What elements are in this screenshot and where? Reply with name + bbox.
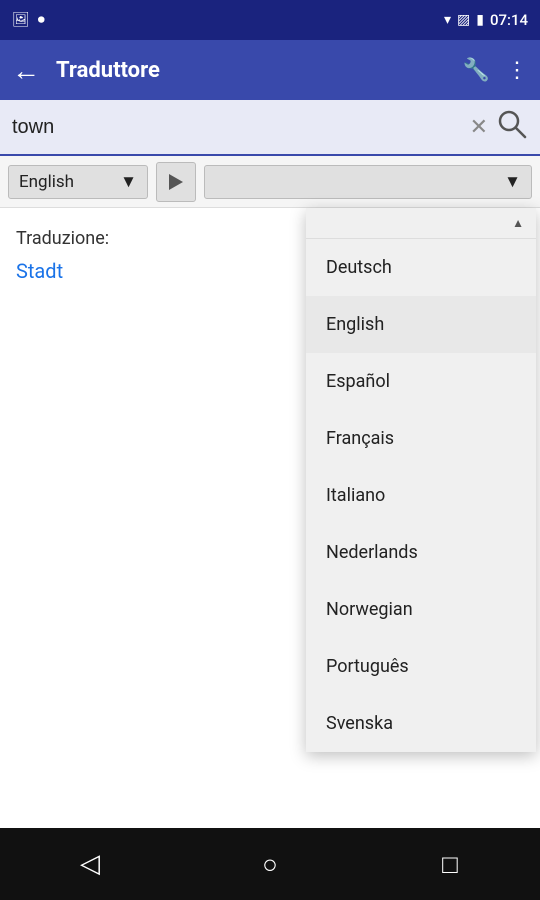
search-icon[interactable] [496, 108, 528, 147]
dropdown-header: ▲ [306, 208, 536, 239]
dropdown-item-svenska[interactable]: Svenska [306, 695, 536, 752]
more-icon[interactable]: ⋮ [506, 58, 528, 83]
source-language-dropdown[interactable]: English ▼ [8, 165, 148, 199]
language-dropdown-overlay: ▲ DeutschEnglishEspañolFrançaisItalianoN… [306, 208, 536, 752]
image-icon: 🖼 [12, 12, 30, 28]
status-bar-left: 🖼 ⏺ [12, 12, 45, 28]
dropdown-item-norwegian[interactable]: Norwegian [306, 581, 536, 638]
app-bar-icons: 🔧 ⋮ [463, 58, 528, 83]
search-input[interactable] [12, 116, 462, 139]
play-icon [169, 174, 183, 190]
play-button[interactable] [156, 162, 196, 202]
dropdown-item-español[interactable]: Español [306, 353, 536, 410]
wifi-icon: ▾ [444, 12, 451, 28]
dropdown-item-deutsch[interactable]: Deutsch [306, 239, 536, 296]
app-bar: ← Traduttore 🔧 ⋮ [0, 40, 540, 100]
status-bar-right: ▾ ▨ ▮ 07:14 [444, 11, 528, 29]
clear-icon[interactable]: ✕ [470, 115, 488, 140]
dropdown-item-italiano[interactable]: Italiano [306, 467, 536, 524]
status-time: 07:14 [490, 11, 528, 29]
dropdown-item-nederlands[interactable]: Nederlands [306, 524, 536, 581]
battery-icon: ▮ [476, 12, 484, 28]
record-icon: ⏺ [38, 12, 45, 28]
signal-icon: ▨ [457, 12, 470, 28]
source-language-label: English [19, 172, 74, 192]
dropdown-items-list: DeutschEnglishEspañolFrançaisItalianoNed… [306, 239, 536, 752]
dropdown-item-english[interactable]: English [306, 296, 536, 353]
target-dropdown-arrow: ▼ [504, 172, 521, 192]
dropdown-item-français[interactable]: Français [306, 410, 536, 467]
nav-back-button[interactable]: ◁ [65, 839, 115, 889]
search-bar: ✕ [0, 100, 540, 156]
translation-result[interactable]: Stadt [16, 259, 63, 283]
language-row: English ▼ ▼ [0, 156, 540, 208]
app-title: Traduttore [56, 58, 447, 83]
status-bar: 🖼 ⏺ ▾ ▨ ▮ 07:14 [0, 0, 540, 40]
dropdown-item-português[interactable]: Português [306, 638, 536, 695]
dropdown-close-arrow[interactable]: ▲ [512, 216, 524, 230]
back-button[interactable]: ← [12, 54, 40, 87]
nav-recent-button[interactable]: □ [425, 839, 475, 889]
nav-home-button[interactable]: ○ [245, 839, 295, 889]
target-language-dropdown[interactable]: ▼ [204, 165, 532, 199]
source-dropdown-arrow: ▼ [120, 172, 137, 192]
wrench-icon[interactable]: 🔧 [463, 58, 490, 83]
bottom-nav: ◁ ○ □ [0, 828, 540, 900]
